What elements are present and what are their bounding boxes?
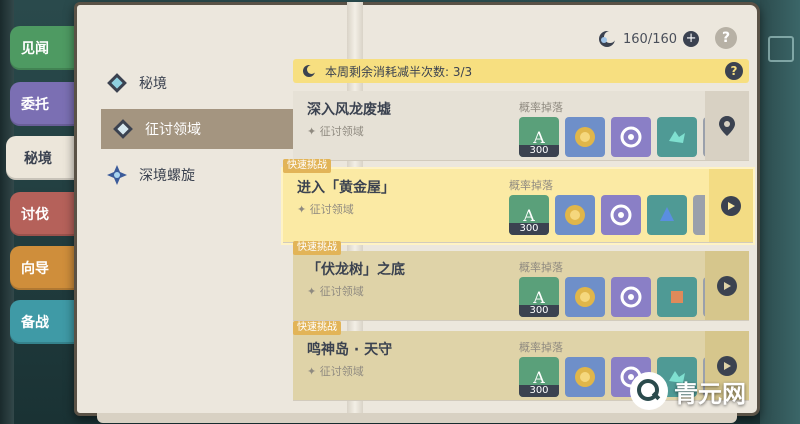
tab-commissions[interactable]: 委托 [10,82,74,126]
notice-text: 本周剩余消耗减半次数: 3/3 [325,64,473,79]
menu-item-spiral-abyss[interactable]: 深境螺旋 [95,155,275,195]
adventurer-handbook: 秘境 征讨领域 深境螺旋 160/160 + ? 本周剩余消耗减半次数: 3/3… [74,2,760,423]
domain-type: ✦ 征讨领域 [307,365,364,378]
drop-list: A 300 [509,195,705,235]
watermark-text: 青元网 [674,379,746,408]
quick-challenge-badge: 快速挑战 [293,321,341,335]
book-page-edge [97,413,737,423]
drop-list: A 300 [519,117,715,157]
menu-item-domains[interactable]: 秘境 [95,63,275,103]
help-button[interactable]: ? [715,27,737,49]
adventure-exp-icon: A 300 [519,277,559,317]
companionship-exp-icon [611,117,651,157]
tab-label: 讨伐 [21,207,49,223]
background-edge-right [760,0,800,424]
domain-title: 进入「黄金屋」 [297,180,395,196]
tab-label: 委托 [21,97,49,113]
menu-item-trounce-domains[interactable]: 征讨领域 [101,109,299,149]
decorative-frame-icon [768,36,794,62]
menu-item-label: 征讨领域 [145,122,201,138]
spiral-abyss-icon [105,163,129,187]
mora-icon [555,195,595,235]
drops-label: 概率掉落 [519,341,563,354]
domain-title: 深入风龙废墟 [307,102,391,118]
play-arrow-icon [721,195,741,216]
watermark: 青元网 [630,372,746,410]
mora-icon [565,277,605,317]
weekly-discount-notice: 本周剩余消耗减半次数: 3/3 ? [293,59,749,83]
boss-material-icon [657,277,697,317]
tab-domains[interactable]: 秘境 [6,136,84,180]
adventure-exp-icon: A 300 [519,357,559,397]
add-resin-button[interactable]: + [683,31,700,47]
tab-preparation[interactable]: 备战 [10,300,74,344]
menu-item-label: 秘境 [139,76,167,92]
adventure-exp-icon: A 300 [519,117,559,157]
location-pin-icon [719,115,735,136]
drops-label: 概率掉落 [509,179,553,192]
tab-label: 见闻 [21,41,49,57]
drop-list: A 300 [519,277,715,317]
tab-label: 向导 [21,261,49,277]
boss-material-icon [657,117,697,157]
domain-card[interactable]: 快速挑战 进入「黄金屋」 ✦ 征讨领域 概率掉落 A 300 [283,159,753,243]
mora-icon [565,117,605,157]
watermark-logo-icon [630,372,668,410]
drop-count: 300 [509,223,549,235]
menu-item-label: 深境螺旋 [139,168,195,184]
domain-card[interactable]: 快速挑战 「伏龙树」之底 ✦ 征讨领域 概率掉落 A 300 [293,241,749,321]
tab-guide[interactable]: 向导 [10,246,74,290]
domain-title: 「伏龙树」之底 [307,262,405,278]
more-drops-icon [693,195,705,235]
resin-counter: 160/160 + [597,27,700,51]
resin-amount: 160/160 [623,31,678,47]
domain-type: ✦ 征讨领域 [307,285,364,298]
quick-challenge-badge: 快速挑战 [293,241,341,255]
tab-label: 备战 [21,315,49,331]
mora-icon [565,357,605,397]
boss-material-icon [647,195,687,235]
domain-type: ✦ 征讨领域 [307,125,364,138]
trounce-domain-icon [111,117,135,141]
enter-domain-button[interactable] [709,169,753,242]
domain-card[interactable]: 深入风龙废墟 ✦ 征讨领域 概率掉落 A 300 [293,91,749,161]
domain-diamond-icon [105,71,129,95]
tab-world-events[interactable]: 见闻 [10,26,74,70]
enter-domain-button[interactable] [705,251,749,320]
tab-label: 秘境 [24,151,52,167]
domain-title: 鸣神岛 · 天守 [307,342,393,358]
domain-type: ✦ 征讨领域 [297,203,354,216]
notice-help-button[interactable]: ? [725,62,743,80]
moon-icon [303,65,316,77]
drops-label: 概率掉落 [519,101,563,114]
companionship-exp-icon [601,195,641,235]
quick-challenge-badge: 快速挑战 [283,159,331,173]
original-resin-icon [599,31,616,47]
drop-count: 300 [519,305,559,317]
adventure-exp-icon: A 300 [509,195,549,235]
drops-label: 概率掉落 [519,261,563,274]
companionship-exp-icon [611,277,651,317]
play-arrow-icon [717,275,737,296]
drop-count: 300 [519,385,559,397]
navigate-button[interactable] [705,91,749,160]
drop-count: 300 [519,145,559,157]
tab-bosses[interactable]: 讨伐 [10,192,74,236]
